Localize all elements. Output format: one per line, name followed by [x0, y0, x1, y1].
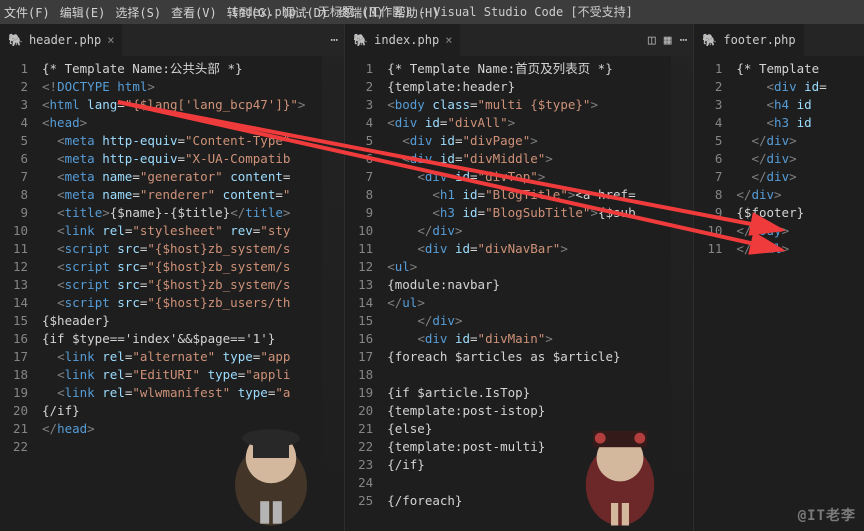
gutter: 12345678910111213141516171819202122	[0, 56, 38, 531]
menu-select[interactable]: 选择(S)	[115, 4, 161, 21]
php-icon: 🐘	[8, 33, 23, 47]
tab-label: index.php	[374, 33, 439, 47]
close-icon[interactable]: ×	[445, 33, 452, 47]
editor-pane1[interactable]: 12345678910111213141516171819202122 {* T…	[0, 56, 344, 531]
menu-terminal[interactable]: 终端(M)	[338, 4, 384, 21]
code-area[interactable]: {* Template Name:公共头部 *}<!DOCTYPE html><…	[38, 56, 344, 531]
tabs-pane2: 🐘 index.php × ◫ ▦ ⋯	[345, 24, 693, 56]
editor-pane3[interactable]: 1234567891011 {* Template <div id= <h4 i…	[694, 56, 864, 531]
more-icon[interactable]: ⋯	[680, 33, 688, 48]
gutter: 1234567891011	[694, 56, 732, 531]
minimap[interactable]	[671, 56, 693, 531]
menu-view[interactable]: 查看(V)	[171, 4, 217, 21]
menu-help[interactable]: 帮助(H)	[394, 4, 440, 21]
menu-debug[interactable]: 调试(D)	[282, 4, 328, 21]
watermark: @IT老李	[798, 505, 856, 525]
close-icon[interactable]: ×	[107, 33, 114, 47]
editor-pane2[interactable]: 1234567891011121314151617181920212223242…	[345, 56, 693, 531]
gutter: 1234567891011121314151617181920212223242…	[345, 56, 383, 531]
tab-footer-php[interactable]: 🐘 footer.php	[694, 24, 803, 56]
tab-label: header.php	[29, 33, 101, 47]
code-area[interactable]: {* Template <div id= <h4 id <h3 id </div…	[732, 56, 864, 531]
menu-edit[interactable]: 编辑(E)	[60, 4, 106, 21]
tabs-pane1: 🐘 header.php × ⋯	[0, 24, 344, 56]
tabs-pane3: 🐘 footer.php	[694, 24, 864, 56]
menubar: 文件(F) 编辑(E) 选择(S) 查看(V) 转到(G) 调试(D) 终端(M…	[0, 0, 864, 24]
tab-header-php[interactable]: 🐘 header.php ×	[0, 24, 122, 56]
php-icon: 🐘	[353, 33, 368, 47]
split-icon[interactable]: ◫	[648, 33, 656, 48]
code-area[interactable]: {* Template Name:首页及列表页 *}{template:head…	[383, 56, 693, 531]
layout-icon[interactable]: ▦	[664, 33, 672, 48]
tab-label: footer.php	[723, 33, 795, 47]
menu-file[interactable]: 文件(F)	[4, 4, 50, 21]
minimap[interactable]	[322, 56, 344, 531]
tab-index-php[interactable]: 🐘 index.php ×	[345, 24, 460, 56]
more-icon[interactable]: ⋯	[330, 33, 338, 48]
menu-goto[interactable]: 转到(G)	[227, 4, 273, 21]
php-icon: 🐘	[702, 33, 717, 47]
